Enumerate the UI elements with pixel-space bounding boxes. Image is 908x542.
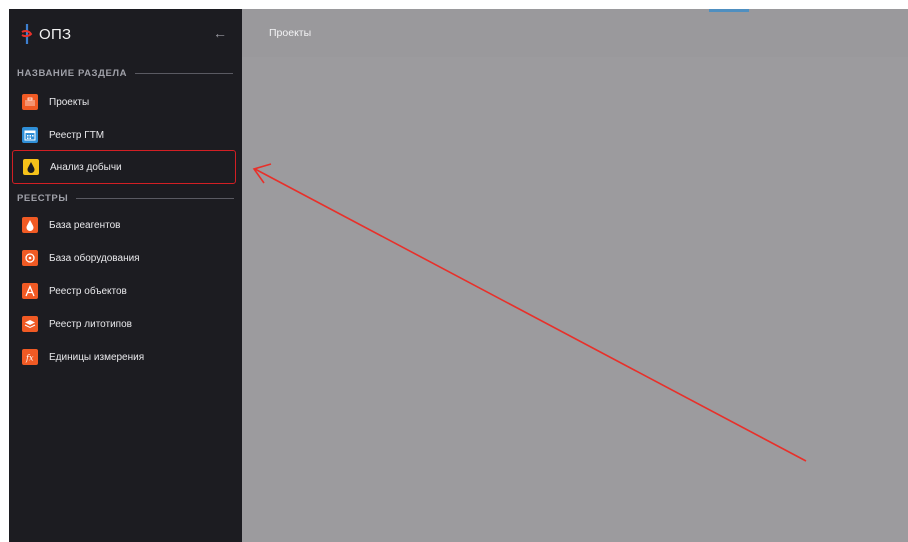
sidebar-item-label: Реестр объектов <box>49 285 127 297</box>
sidebar-item-label: Реестр литотипов <box>49 318 132 330</box>
layers-icon <box>22 316 38 332</box>
sidebar-item-gtm-registry[interactable]: Реестр ГТМ <box>12 118 236 152</box>
collapse-sidebar-button[interactable]: ← <box>213 25 227 41</box>
function-icon: fx <box>22 349 38 365</box>
drop-icon <box>22 217 38 233</box>
sidebar: ОПЗ ← НАЗВАНИЕ РАЗДЕЛА Проекты Реестр ГТ… <box>9 9 242 542</box>
sidebar-item-objects[interactable]: Реестр объектов <box>12 274 236 308</box>
arrow-left-icon: ← <box>213 25 227 41</box>
briefcase-icon <box>22 94 38 110</box>
sidebar-item-lithotypes[interactable]: Реестр литотипов <box>12 307 236 341</box>
section-title-main: НАЗВАНИЕ РАЗДЕЛА <box>17 68 234 79</box>
logo-icon <box>21 24 33 44</box>
sidebar-item-reagents[interactable]: База реагентов <box>12 208 236 242</box>
section-title-registries: РЕЕСТРЫ <box>17 193 235 204</box>
sidebar-item-label: База оборудования <box>49 252 140 264</box>
sidebar-item-label: Проекты <box>49 96 90 108</box>
sidebar-item-label: Анализ добычи <box>50 161 122 173</box>
calendar-icon <box>22 127 38 143</box>
sidebar-item-equipment[interactable]: База оборудования <box>12 241 236 275</box>
app-title: ОПЗ <box>39 25 72 43</box>
brand[interactable]: ОПЗ <box>19 23 71 45</box>
topbar-accent <box>709 9 749 12</box>
page-header: Проекты <box>242 9 908 57</box>
sidebar-item-label: Реестр ГТМ <box>49 129 105 141</box>
sidebar-item-label: База реагентов <box>49 219 121 231</box>
gauge-icon <box>22 250 38 266</box>
letter-a-icon <box>22 283 38 299</box>
sidebar-item-label: Единицы измерения <box>49 351 145 363</box>
divider <box>135 73 234 74</box>
svg-text:fx: fx <box>25 354 34 363</box>
sidebar-item-units[interactable]: fx Единицы измерения <box>12 340 236 374</box>
app-window: ОПЗ ← НАЗВАНИЕ РАЗДЕЛА Проекты Реестр ГТ… <box>9 9 908 542</box>
sidebar-item-production-analysis[interactable]: Анализ добычи <box>12 150 236 184</box>
main-content: Проекты <box>242 9 908 542</box>
oil-drop-icon <box>23 159 39 175</box>
divider <box>76 198 235 199</box>
breadcrumb: Проекты <box>269 27 312 39</box>
sidebar-item-projects[interactable]: Проекты <box>12 85 236 119</box>
